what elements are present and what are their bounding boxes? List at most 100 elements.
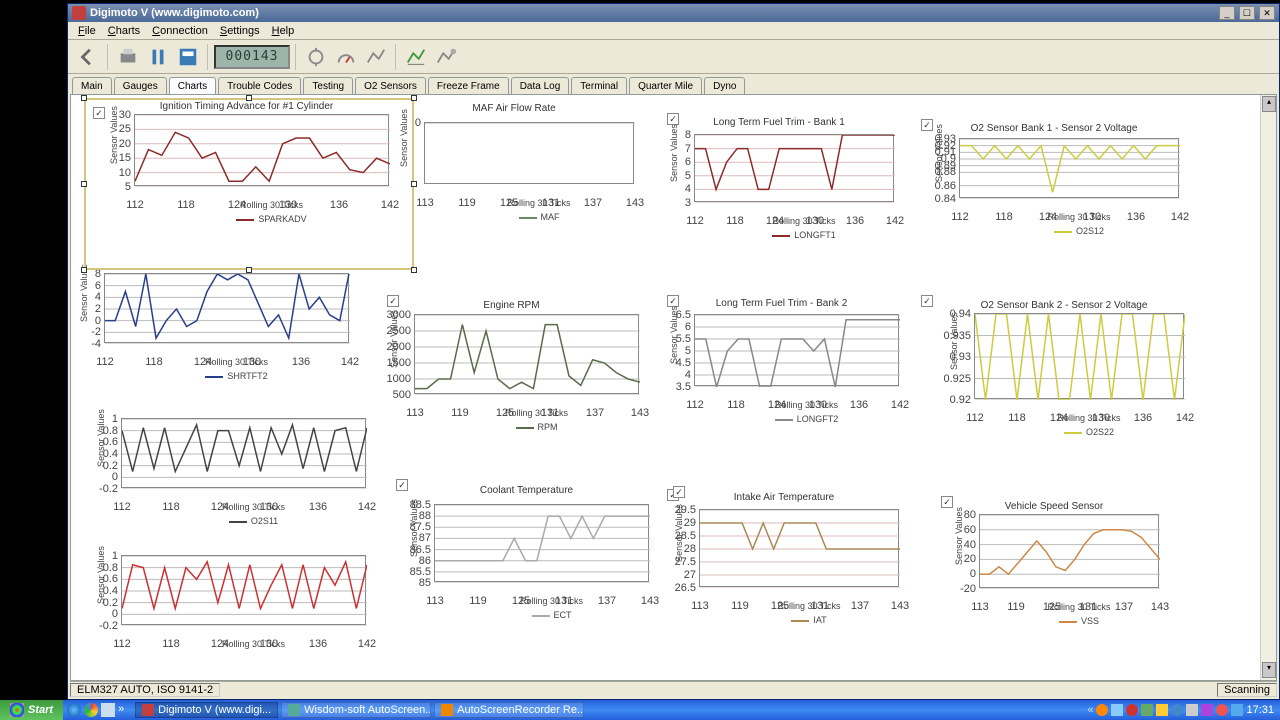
start-button[interactable]: Start — [0, 700, 63, 720]
chart-legend: LONGFT1 — [694, 230, 914, 240]
y-axis-label: Sensor Values — [389, 310, 399, 368]
save-block-button[interactable] — [174, 43, 202, 71]
chart-legend: RPM — [414, 422, 659, 432]
chart-title: Intake Air Temperature — [649, 492, 919, 503]
vertical-scrollbar[interactable]: ▴ ▾ — [1260, 95, 1276, 680]
tab-gauges[interactable]: Gauges — [114, 77, 167, 94]
chart-iat: Intake Air Temperature26.52727.52828.529… — [649, 492, 919, 625]
tray-icon[interactable] — [1156, 704, 1168, 716]
selection-handle[interactable] — [411, 267, 417, 273]
taskbar-task[interactable]: Wisdom-soft AutoScreen... — [281, 702, 431, 718]
system-tray[interactable]: « 17:31 — [1081, 704, 1280, 716]
chart-shrtft2: -4-202468112118124130136142Sensor Values… — [70, 273, 369, 381]
scroll-up-button[interactable]: ▴ — [1262, 96, 1276, 112]
back-button[interactable] — [74, 43, 102, 71]
tab-terminal[interactable]: Terminal — [571, 77, 627, 94]
chart-title: Long Term Fuel Trim - Bank 1 — [644, 117, 914, 128]
menu-connection[interactable]: Connection — [146, 25, 214, 37]
menu-settings[interactable]: Settings — [214, 25, 266, 37]
scroll-down-button[interactable]: ▾ — [1262, 662, 1276, 678]
maximize-button[interactable]: ☐ — [1239, 6, 1255, 20]
chart-legend: ECT — [434, 610, 669, 620]
chart-title: MAF Air Flow Rate — [374, 103, 654, 114]
menu-charts[interactable]: Charts — [102, 25, 146, 37]
statusbar: ELM327 AUTO, ISO 9141-2 Scanning — [70, 681, 1277, 697]
clock[interactable]: 17:31 — [1246, 704, 1274, 716]
y-axis-label: Sensor Values — [409, 499, 419, 557]
chart-title: Long Term Fuel Trim - Bank 2 — [644, 298, 919, 309]
taskbar-task[interactable]: Digimoto V (www.digi... — [135, 702, 278, 718]
chart-vss: Vehicle Speed Sensor-2002040608011311912… — [929, 501, 1179, 626]
tool-chart3-button[interactable] — [432, 43, 460, 71]
ql-ie-icon[interactable] — [67, 703, 81, 717]
chart-legend: O2S12 — [959, 226, 1199, 236]
tab-freeze-frame[interactable]: Freeze Frame — [428, 77, 509, 94]
tray-icon[interactable] — [1216, 704, 1228, 716]
tabbar: MainGaugesChartsTrouble CodesTestingO2 S… — [68, 74, 1279, 94]
chart-legend: O2S11 — [121, 516, 386, 526]
pause-button[interactable] — [144, 43, 172, 71]
taskbar: Start » Digimoto V (www.digi...Wisdom-so… — [0, 700, 1280, 720]
tray-icon[interactable] — [1171, 704, 1183, 716]
tray-icon[interactable] — [1186, 704, 1198, 716]
chart-legend: SPARKADV — [134, 214, 409, 224]
chart-o2s11: -0.200.20.40.60.81112118124130136142Sens… — [71, 418, 386, 526]
minimize-button[interactable]: _ — [1219, 6, 1235, 20]
tab-testing[interactable]: Testing — [303, 77, 353, 94]
y-axis-label: Sensor Values — [96, 546, 106, 604]
y-axis-label: Sensor Values — [954, 507, 964, 565]
chart-longft1: Long Term Fuel Trim - Bank 1345678112118… — [644, 117, 914, 240]
window-title: Digimoto V (www.digimoto.com) — [90, 7, 1218, 19]
taskbar-task[interactable]: AutoScreenRecorder Re... — [434, 702, 584, 718]
chart-o2s11b: -0.200.20.40.60.81112118124130136142Sens… — [71, 555, 386, 649]
chart-checkbox[interactable]: ✓ — [93, 107, 105, 119]
y-axis-label: Sensor Values — [399, 109, 409, 167]
print-button[interactable] — [114, 43, 142, 71]
tool-gauge-button[interactable] — [332, 43, 360, 71]
status-protocol: ELM327 AUTO, ISO 9141-2 — [70, 683, 220, 697]
y-axis-label: Sensor Values — [949, 312, 959, 370]
tool-plug-button[interactable] — [302, 43, 330, 71]
tray-icon[interactable] — [1141, 704, 1153, 716]
x-axis-label: Rolling 30 Ticks — [134, 200, 409, 210]
tool-chart2-button[interactable] — [402, 43, 430, 71]
tab-charts[interactable]: Charts — [169, 77, 216, 94]
chart-legend: O2S22 — [974, 427, 1204, 437]
menu-help[interactable]: Help — [266, 25, 301, 37]
tab-dyno[interactable]: Dyno — [704, 77, 745, 94]
chart-area: Ignition Timing Advance for #1 Cylinder5… — [70, 94, 1277, 681]
x-axis-label: Rolling 30 Ticks — [121, 502, 386, 512]
chart-checkbox[interactable]: ✓ — [673, 486, 685, 498]
tab-trouble-codes[interactable]: Trouble Codes — [218, 77, 301, 94]
ql-chrome-icon[interactable] — [84, 703, 98, 717]
toolbar: 000143 — [68, 40, 1279, 74]
y-axis-label: Sensor Values — [79, 264, 89, 322]
selection-handle[interactable] — [411, 95, 417, 101]
menu-file[interactable]: File — [72, 25, 102, 37]
chart-o2s12: O2 Sensor Bank 1 - Sensor 2 Voltage0.840… — [909, 123, 1199, 236]
tray-icon[interactable] — [1126, 704, 1138, 716]
tab-data-log[interactable]: Data Log — [511, 77, 570, 94]
y-axis-label: Sensor Values — [674, 504, 684, 562]
titlebar[interactable]: Digimoto V (www.digimoto.com) _ ☐ ✕ — [68, 4, 1279, 22]
main-window: Digimoto V (www.digimoto.com) _ ☐ ✕ File… — [67, 3, 1280, 700]
y-axis-label: Sensor Values — [669, 306, 679, 364]
tab-o2-sensors[interactable]: O2 Sensors — [355, 77, 426, 94]
close-button[interactable]: ✕ — [1259, 6, 1275, 20]
tray-icon[interactable] — [1201, 704, 1213, 716]
chart-checkbox[interactable]: ✓ — [396, 479, 408, 491]
y-axis-label: Sensor Values — [669, 124, 679, 182]
tray-icon[interactable] — [1096, 704, 1108, 716]
chart-legend: SHRTFT2 — [104, 371, 369, 381]
tray-icon[interactable] — [1231, 704, 1243, 716]
tab-main[interactable]: Main — [72, 77, 112, 94]
menubar: FileChartsConnectionSettingsHelp — [68, 22, 1279, 40]
tab-quarter-mile[interactable]: Quarter Mile — [629, 77, 702, 94]
tool-chart-button[interactable] — [362, 43, 390, 71]
chart-rpm: Engine RPM500100015002000250030001131191… — [364, 300, 659, 432]
tray-icon[interactable] — [1111, 704, 1123, 716]
status-scanning: Scanning — [1217, 683, 1277, 697]
y-axis-label: Sensor Values — [109, 106, 119, 164]
ql-more-icon[interactable]: » — [118, 703, 132, 717]
ql-desktop-icon[interactable] — [101, 703, 115, 717]
